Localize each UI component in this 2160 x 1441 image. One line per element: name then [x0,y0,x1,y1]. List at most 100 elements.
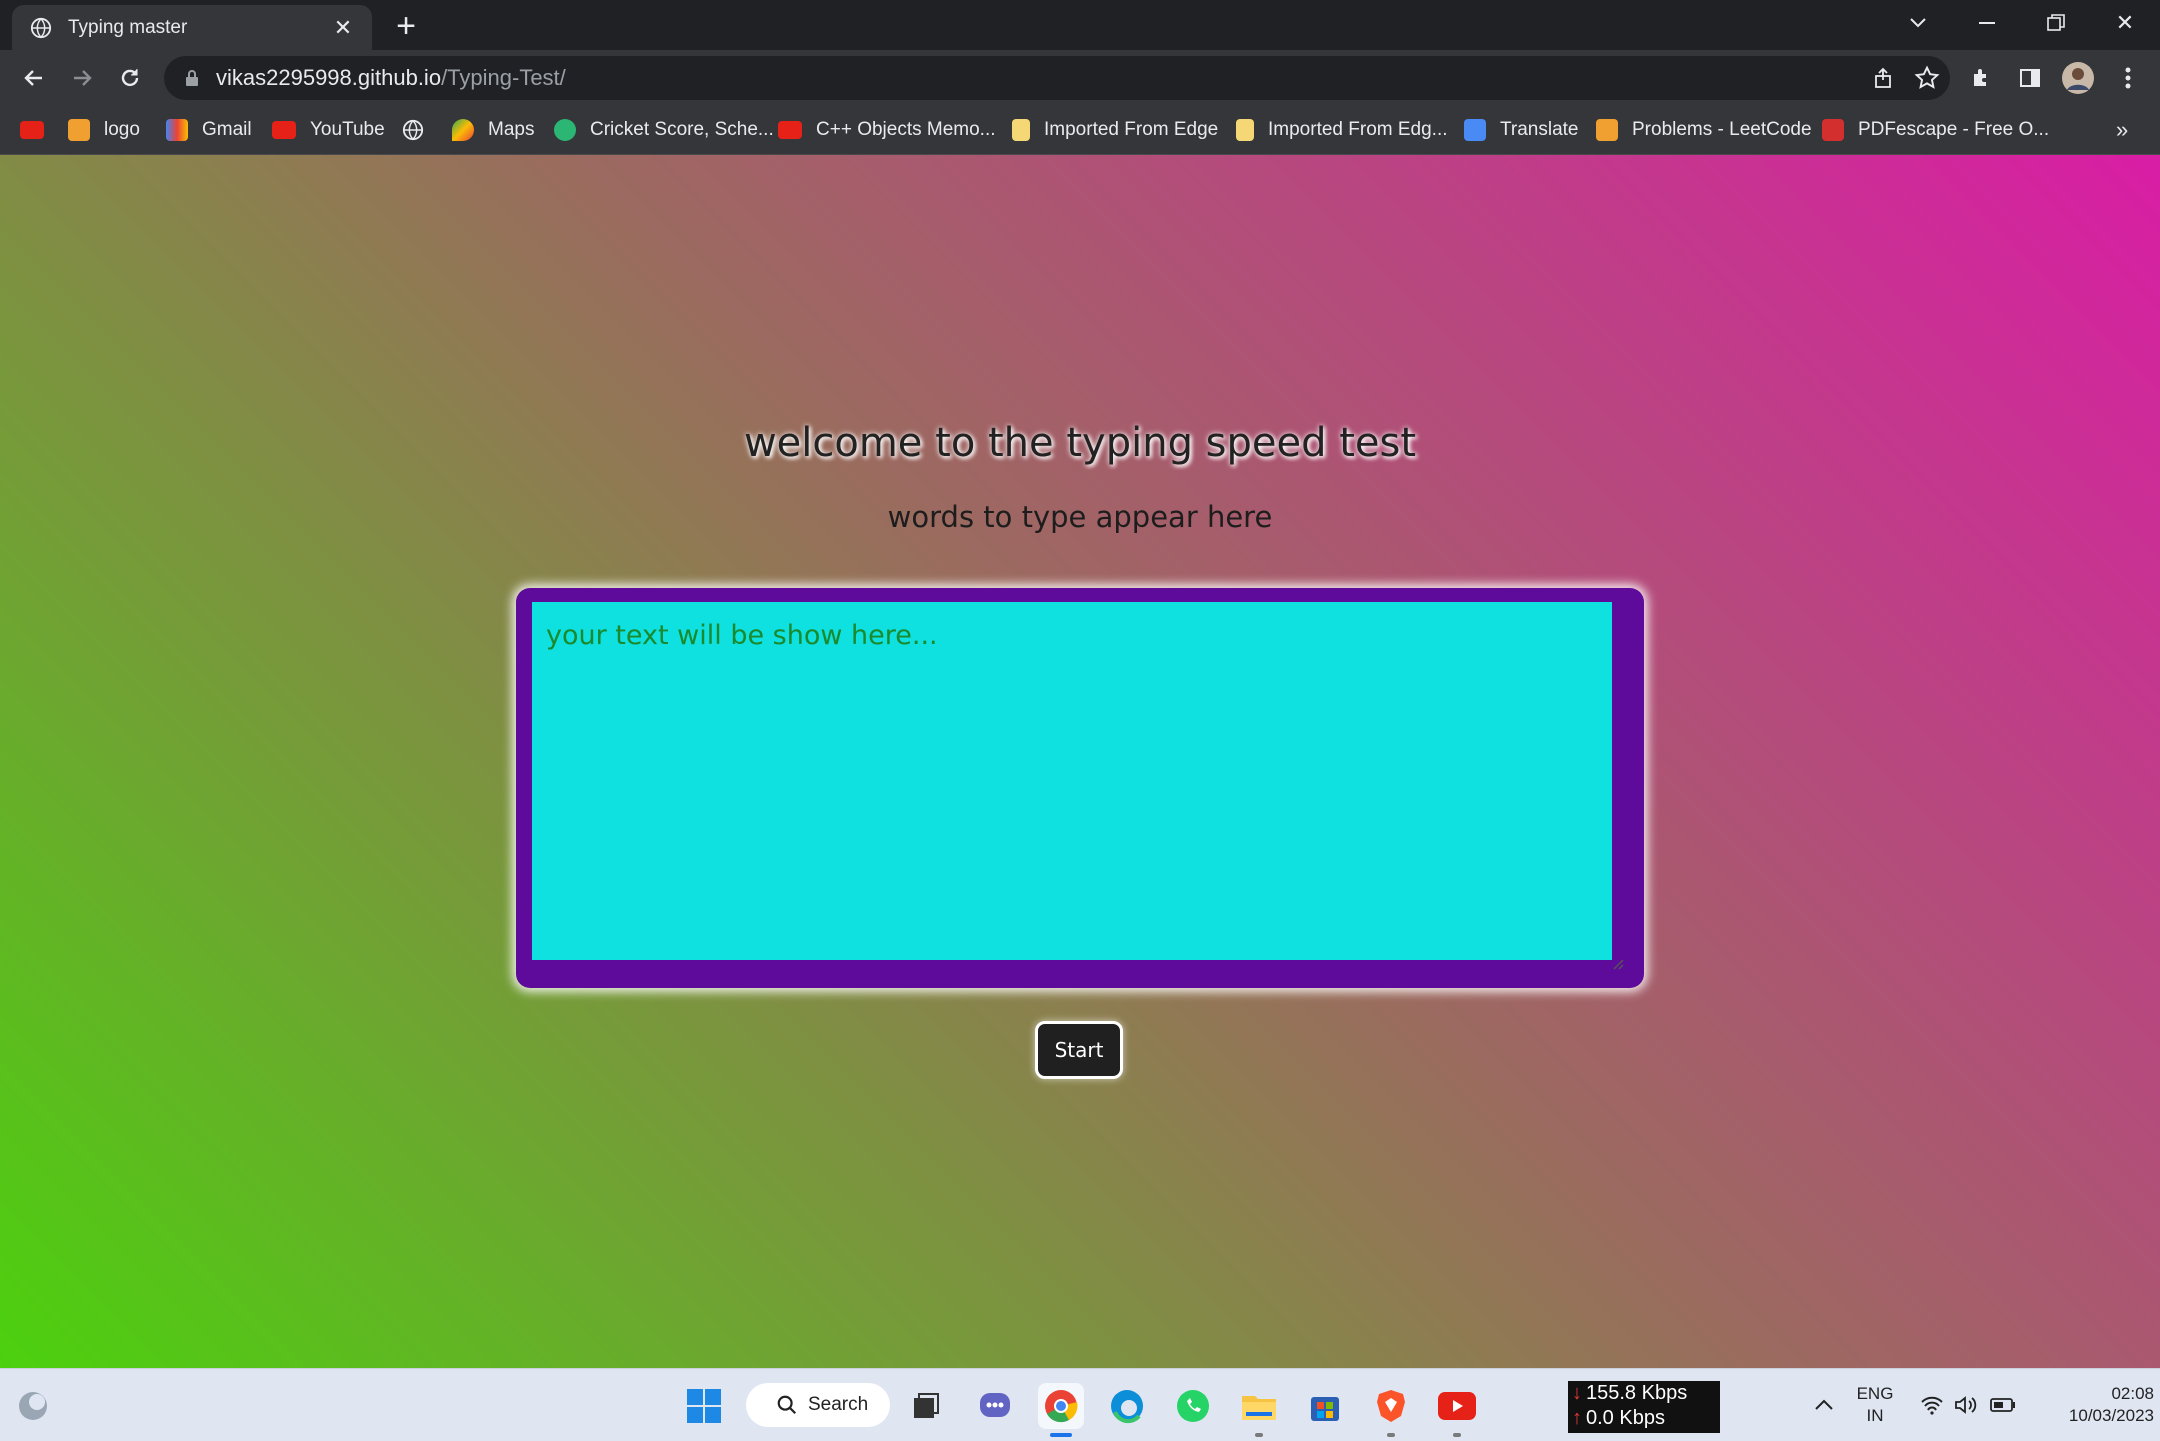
page-background: welcome to the typing speed test words t… [0,155,2160,1368]
bookmark-star-icon[interactable] [1914,65,1940,91]
bookmark-label: Gmail [202,119,252,140]
weather-widget-icon[interactable] [10,1383,56,1429]
active-tab[interactable]: Typing master ✕ [12,5,372,50]
bookmark-label: YouTube [310,119,385,140]
taskbar: Search ↓ 155.8 Kbps ↑ 0.0 Kbps ENG IN 02… [0,1368,2160,1441]
globe-icon [402,119,424,141]
leetcode-icon [1596,119,1618,141]
bookmark-pdfescape[interactable]: PDFescape - Free O... [1822,116,2049,144]
typing-input[interactable] [532,602,1612,960]
bookmark-youtube[interactable]: YouTube [272,116,385,144]
task-view-icon[interactable] [903,1383,949,1429]
bookmark-logo[interactable]: logo [68,116,140,144]
bookmark-cricket[interactable]: Cricket Score, Sche... [554,116,774,144]
url-host: vikas2295998.github.io [216,65,442,90]
new-tab-button[interactable]: + [388,8,424,44]
resize-handle-icon[interactable] [1610,956,1624,970]
translate-icon [1464,119,1486,141]
page-title: welcome to the typing speed test [743,420,1417,466]
close-window-icon[interactable]: ✕ [2092,0,2158,46]
bookmark-label: Maps [488,119,535,140]
folder-icon [1236,119,1254,141]
battery-icon[interactable] [1986,1369,2020,1441]
close-tab-icon[interactable]: ✕ [328,13,358,43]
url-path: /Typing-Test/ [441,65,566,90]
maps-icon [452,119,474,141]
lang-label: ENG [1856,1384,1894,1403]
forward-icon[interactable] [62,58,102,98]
tab-title: Typing master [68,16,188,38]
microsoft-store-icon[interactable] [1302,1383,1348,1429]
bookmark-youtube-shortcut[interactable] [20,116,58,144]
download-speed: ↓ 155.8 Kbps [1572,1382,1688,1404]
minimize-icon[interactable] [1954,0,2020,46]
side-panel-icon[interactable] [2012,60,2048,96]
tab-strip: Typing master ✕ + ✕ [0,0,2160,50]
globe-icon [30,17,52,38]
youtube-icon [778,121,802,139]
active-indicator [1050,1433,1072,1437]
network-monitor: ↓ 155.8 Kbps ↑ 0.0 Kbps [1568,1381,1720,1433]
pdf-icon [1822,119,1844,141]
bookmark-label: Imported From Edge [1044,119,1219,140]
time-label: 02:08 [2111,1384,2154,1403]
bookmark-leetcode[interactable]: Problems - LeetCode [1596,116,1812,144]
brave-icon[interactable] [1368,1383,1414,1437]
restore-icon[interactable] [2023,0,2089,46]
bookmark-gmail[interactable]: Gmail [166,116,252,144]
search-icon [777,1395,797,1415]
bookmark-globe[interactable] [402,116,424,144]
extensions-icon[interactable] [1964,60,2000,96]
whatsapp-icon[interactable] [1170,1383,1216,1429]
volume-icon[interactable] [1950,1369,1982,1441]
running-indicator [1453,1433,1461,1437]
bookmark-folder-imported-edge[interactable]: Imported From Edge [1012,116,1218,144]
folder-icon [1012,119,1030,141]
menu-icon[interactable] [2110,60,2146,96]
gmail-icon [166,119,188,141]
bookmark-label: PDFescape - Free O... [1858,119,2050,140]
share-icon[interactable] [1872,66,1896,90]
youtube-icon [272,121,296,139]
start-button[interactable]: Start [1035,1021,1123,1079]
bookmarks-overflow[interactable]: » [2116,116,2128,144]
words-to-type: words to type appear here [887,500,1273,534]
teams-chat-icon[interactable] [972,1383,1018,1429]
bookmark-label: Translate [1500,119,1579,140]
chrome-icon[interactable] [1038,1383,1084,1437]
running-indicator [1387,1433,1395,1437]
edge-icon[interactable] [1104,1383,1150,1429]
language-indicator[interactable]: ENG IN [1848,1369,1902,1441]
bookmark-maps[interactable]: Maps [452,116,534,144]
youtube-icon [20,121,44,139]
address-bar[interactable]: vikas2295998.github.io/Typing-Test/ [164,56,1950,100]
bookmark-label: Cricket Score, Sche... [590,119,774,140]
back-icon[interactable] [14,58,54,98]
running-indicator [1255,1433,1263,1437]
bookmark-cpp-objects[interactable]: C++ Objects Memo... [778,116,996,144]
bookmark-label: Imported From Edg... [1268,119,1448,140]
bookmark-folder-imported-edge-2[interactable]: Imported From Edg... [1236,116,1448,144]
start-menu-icon[interactable] [681,1383,727,1429]
youtube-app-icon[interactable] [1434,1383,1480,1437]
show-hidden-icons[interactable] [1806,1369,1842,1441]
upload-speed: ↑ 0.0 Kbps [1572,1407,1665,1429]
bookmark-label: C++ Objects Memo... [816,119,996,140]
clock[interactable]: 02:08 10/03/2023 [2032,1369,2154,1441]
reload-icon[interactable] [110,58,150,98]
profile-avatar[interactable] [2060,60,2096,96]
bookmark-label: Problems - LeetCode [1632,119,1812,140]
wifi-icon[interactable] [1916,1369,1948,1441]
taskbar-search[interactable]: Search [746,1383,890,1427]
search-label: Search [808,1394,869,1415]
file-explorer-icon[interactable] [1236,1383,1282,1437]
date-label: 10/03/2023 [2068,1406,2154,1425]
leetcode-icon [68,119,90,141]
lock-icon [186,70,198,86]
tab-search-icon[interactable] [1885,0,1951,46]
region-label: IN [1866,1406,1884,1425]
bookmark-translate[interactable]: Translate [1464,116,1579,144]
browser-toolbar: vikas2295998.github.io/Typing-Test/ [0,50,2160,106]
bookmarks-bar: logo Gmail YouTube Maps Cricket Score, S… [0,106,2160,155]
typing-area-frame [516,588,1644,988]
